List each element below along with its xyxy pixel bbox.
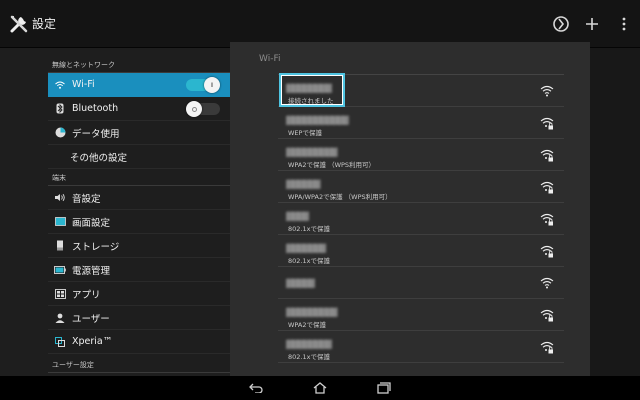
- system-navigation-bar: [0, 376, 640, 400]
- wifi-signal-icon: [540, 85, 554, 97]
- section-divider: [48, 372, 230, 373]
- battery-icon: [50, 265, 70, 274]
- sidebar-item-label: アプリ: [72, 289, 101, 301]
- sidebar-item-power[interactable]: 電源管理: [48, 258, 230, 282]
- display-icon: [50, 217, 70, 226]
- network-row-connected[interactable]: ▓▓▓▓▓▓▓▓ 接続されました: [278, 73, 564, 107]
- wifi-network-panel[interactable]: Wi-Fi ▓▓▓▓▓▓▓▓ 接続されました ▓▓▓▓▓▓▓▓▓▓▓ WEPで保…: [230, 42, 590, 376]
- sidebar-item-sound[interactable]: 音設定: [48, 186, 230, 210]
- network-row-open[interactable]: ▓▓▓▓▓: [278, 267, 564, 299]
- sidebar-item-label: ユーザー: [72, 313, 110, 325]
- section-header-device: 端末: [52, 174, 66, 182]
- right-margin: [590, 48, 640, 376]
- wifi-lock-icon: [540, 149, 554, 162]
- data-usage-icon: [50, 127, 70, 138]
- wifi-icon: [50, 81, 70, 89]
- wifi-lock-icon: [540, 245, 554, 258]
- sidebar-item-label: ストレージ: [72, 241, 120, 253]
- network-name: ▓▓▓▓: [286, 212, 309, 221]
- network-status: WPA2で保護 （WPS利用可）: [288, 161, 376, 169]
- network-status: 802.1xで保護: [288, 225, 330, 233]
- toggle-knob: [186, 101, 202, 117]
- network-row[interactable]: ▓▓▓▓▓▓ WPA/WPA2で保護 （WPS利用可）: [278, 171, 564, 203]
- sidebar-item-label: 画面設定: [72, 217, 111, 229]
- network-name: ▓▓▓▓▓: [286, 279, 315, 288]
- network-row[interactable]: ▓▓▓▓ 802.1xで保護: [278, 203, 564, 235]
- network-name: ▓▓▓▓▓▓▓▓▓: [286, 308, 337, 317]
- sidebar-item-apps[interactable]: アプリ: [48, 282, 230, 306]
- apps-icon: [50, 288, 70, 299]
- sidebar-item-wifi[interactable]: Wi-Fi I: [48, 73, 230, 97]
- network-status: 802.1xで保護: [288, 257, 330, 265]
- bluetooth-toggle[interactable]: [186, 101, 220, 117]
- network-status: 802.1xで保護: [288, 353, 330, 361]
- sound-icon: [50, 193, 70, 202]
- network-status: WEPで保護: [288, 129, 322, 137]
- network-status: WPA/WPA2で保護 （WPS利用可）: [288, 193, 392, 201]
- network-status: 接続されました: [288, 97, 334, 105]
- sidebar-item-data-usage[interactable]: データ使用: [48, 121, 230, 145]
- network-name: ▓▓▓▓▓▓▓: [286, 244, 326, 253]
- sidebar-item-label: 音設定: [72, 193, 101, 205]
- sidebar-item-storage[interactable]: ストレージ: [48, 234, 230, 258]
- wifi-lock-icon: [540, 309, 554, 322]
- wifi-lock-icon: [540, 213, 554, 226]
- sidebar-item-more-settings[interactable]: その他の設定: [48, 145, 230, 169]
- network-name: ▓▓▓▓▓▓▓▓▓▓▓: [286, 116, 349, 125]
- sidebar-item-bluetooth[interactable]: Bluetooth: [48, 97, 230, 121]
- wifi-toggle[interactable]: I: [186, 77, 220, 93]
- network-row[interactable]: ▓▓▓▓▓▓▓ 802.1xで保護: [278, 235, 564, 267]
- network-row[interactable]: ▓▓▓▓▓▓▓▓▓ WPA2で保護 （WPS利用可）: [278, 139, 564, 171]
- sidebar-item-label: Bluetooth: [72, 103, 119, 114]
- content-area: 無線とネットワーク Wi-Fi I Bluetooth データ使用 その他の設定…: [0, 42, 640, 376]
- wifi-lock-icon: [540, 341, 554, 354]
- section-header-wireless: 無線とネットワーク: [52, 61, 115, 69]
- network-status: WPA2で保護: [288, 321, 327, 329]
- wifi-lock-icon: [540, 117, 554, 130]
- settings-list[interactable]: 無線とネットワーク Wi-Fi I Bluetooth データ使用 その他の設定…: [0, 48, 230, 376]
- network-name: ▓▓▓▓▓▓▓▓: [286, 84, 332, 93]
- section-header-user-settings: ユーザー設定: [52, 361, 94, 369]
- overflow-menu-icon[interactable]: [612, 12, 636, 36]
- wifi-signal-icon: [540, 277, 554, 289]
- back-icon[interactable]: [248, 381, 264, 395]
- network-name: ▓▓▓▓▓▓▓▓: [286, 340, 332, 349]
- tools-icon[interactable]: [8, 13, 30, 35]
- home-icon[interactable]: [312, 381, 328, 395]
- sidebar-item-label: その他の設定: [70, 152, 128, 164]
- user-icon: [50, 313, 70, 323]
- sidebar-item-label: 電源管理: [72, 265, 111, 277]
- sidebar-item-label: Wi-Fi: [72, 79, 95, 90]
- toggle-knob: I: [204, 77, 220, 93]
- network-name: ▓▓▓▓▓▓: [286, 180, 320, 189]
- sidebar-item-users[interactable]: ユーザー: [48, 306, 230, 330]
- sidebar-item-label: Xperia™: [72, 336, 113, 347]
- sidebar-item-xperia[interactable]: Xperia™: [48, 330, 230, 354]
- panel-title: Wi-Fi: [259, 54, 281, 64]
- network-name: ▓▓▓▓▓▓▓▓▓: [286, 148, 337, 157]
- add-icon[interactable]: [580, 12, 604, 36]
- sidebar-item-display[interactable]: 画面設定: [48, 210, 230, 234]
- sync-icon[interactable]: [549, 12, 573, 36]
- network-row[interactable]: ▓▓▓▓▓▓▓▓ 802.1xで保護: [278, 331, 564, 363]
- network-row[interactable]: ▓▓▓▓▓▓▓▓▓ WPA2で保護: [278, 299, 564, 331]
- xperia-icon: [50, 336, 70, 347]
- bluetooth-icon: [50, 103, 70, 114]
- action-bar: 設定: [0, 0, 640, 48]
- app-title: 設定: [32, 17, 57, 31]
- sidebar-item-label: データ使用: [72, 128, 120, 140]
- storage-icon: [50, 240, 70, 251]
- network-row[interactable]: ▓▓▓▓▓▓▓▓▓▓▓ WEPで保護: [278, 107, 564, 139]
- recent-apps-icon[interactable]: [376, 381, 392, 395]
- wifi-lock-icon: [540, 181, 554, 194]
